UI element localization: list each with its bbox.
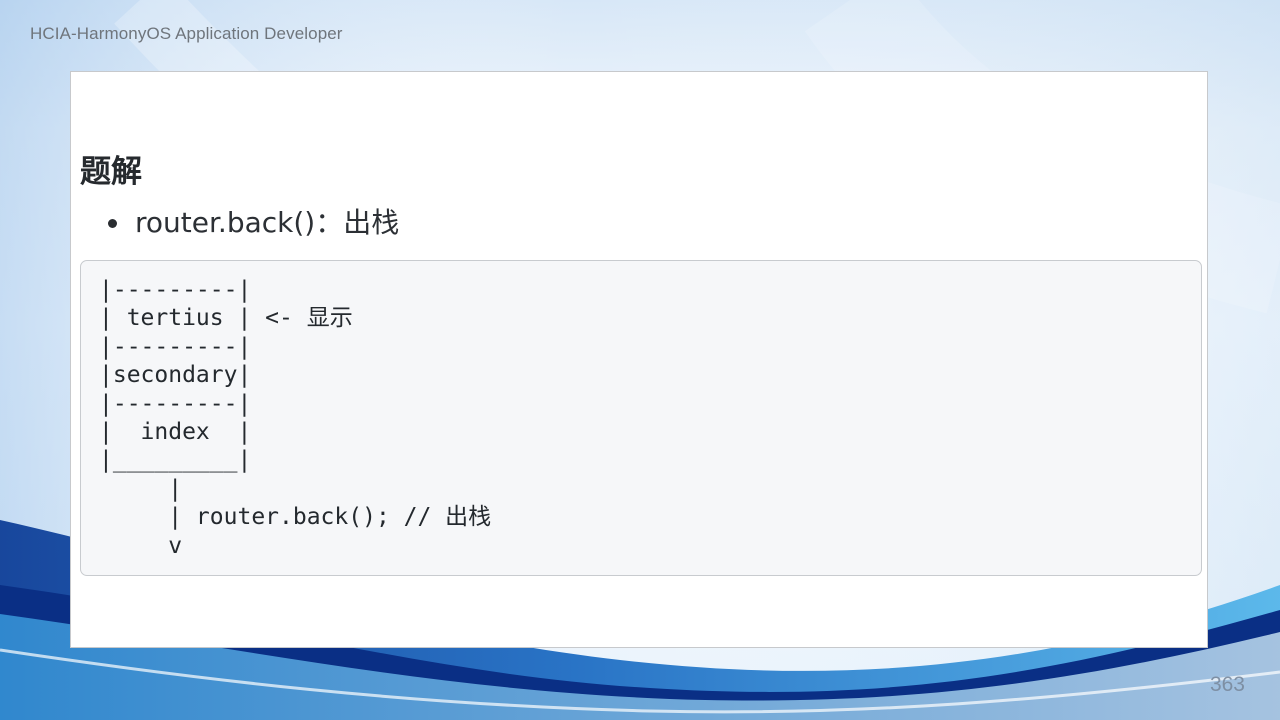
code-line: |---------| xyxy=(99,390,252,417)
code-line: v xyxy=(99,532,183,559)
presentation-header: HCIA-HarmonyOS Application Developer xyxy=(30,24,343,43)
code-line: | index | xyxy=(99,419,252,446)
code-line: |_________| xyxy=(99,447,252,474)
code-line: |secondary| xyxy=(99,362,252,389)
slide: HCIA-HarmonyOS Application Developer 题解 … xyxy=(0,0,1280,720)
code-line: |---------| xyxy=(99,333,252,360)
code-line: | tertius | <- 显示 xyxy=(99,305,353,332)
section-heading: 题解 xyxy=(80,154,142,190)
bullet-item: router.back()：出栈 xyxy=(108,204,399,242)
content-panel: 题解 router.back()：出栈 |---------| | tertiu… xyxy=(70,71,1208,648)
page-number: 363 xyxy=(1209,673,1245,696)
code-line: | xyxy=(99,475,183,502)
bullet-list: router.back()：出栈 xyxy=(108,204,399,242)
code-line: | router.back(); // 出栈 xyxy=(99,504,492,531)
code-line: |---------| xyxy=(99,277,252,303)
bullet-text: router.back()：出栈 xyxy=(135,206,400,239)
code-block-container: |---------| | tertius | <- 显示 |---------… xyxy=(80,260,1202,576)
bullet-icon xyxy=(108,218,117,228)
code-block: |---------| | tertius | <- 显示 |---------… xyxy=(81,261,1201,560)
